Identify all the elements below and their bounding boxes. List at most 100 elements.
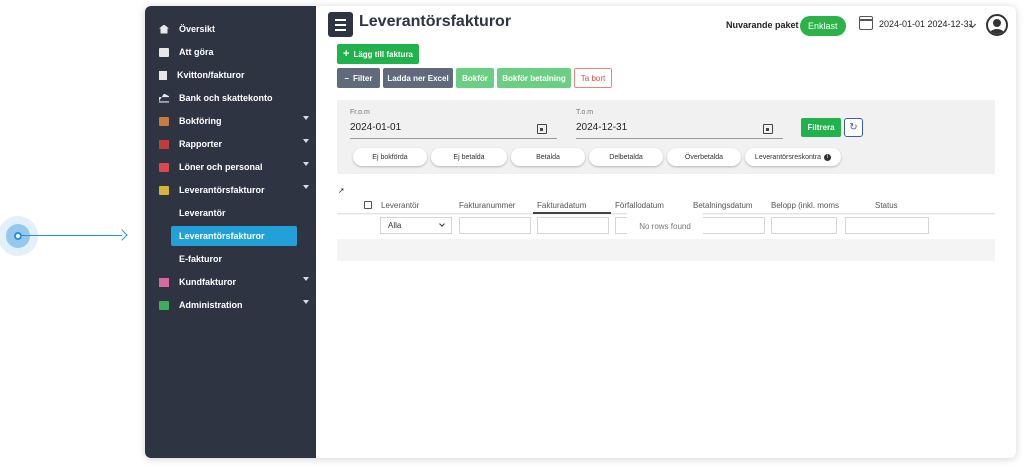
refresh-icon[interactable]: ↻ — [844, 118, 863, 137]
sidebar-item-label: Löner och personal — [179, 162, 263, 172]
chip-label: Leverantörsreskontra — [754, 153, 822, 161]
betalningsdatum-filter-input[interactable] — [693, 217, 765, 234]
chip-betalda[interactable]: Betalda — [511, 148, 585, 166]
package-badge[interactable]: Enklast — [800, 16, 846, 36]
from-date-input[interactable]: 2024-01-01 — [350, 122, 401, 133]
supplier-icon — [159, 185, 169, 195]
select-all-checkbox[interactable] — [364, 201, 372, 209]
fakturadatum-filter-input[interactable] — [537, 217, 609, 234]
column-header-status[interactable]: Status — [875, 201, 949, 210]
calendar-icon[interactable] — [537, 124, 547, 134]
menu-toggle-button[interactable] — [328, 12, 353, 37]
hamburger-icon-bar — [335, 28, 346, 31]
column-header-forfallodatum[interactable]: Förfallodatum — [615, 201, 689, 210]
customer-icon — [159, 277, 169, 287]
user-avatar-icon[interactable] — [986, 14, 1008, 36]
bokfor-betalning-button[interactable]: Bokför betalning — [497, 68, 571, 88]
fakturanummer-filter-input[interactable] — [459, 217, 531, 234]
filter-panel: Fr.o.m 2024-01-01 T.o.m 2024-12-31 Filtr… — [337, 100, 995, 174]
hamburger-icon-bar — [335, 23, 346, 26]
column-header-fakturanummer[interactable]: Fakturanummer — [459, 201, 533, 210]
status-filter-input[interactable] — [845, 217, 929, 234]
bokfor-button[interactable]: Bokför — [456, 68, 494, 88]
filter-button[interactable]: – Filter — [337, 68, 380, 88]
sidebar-item-label: Översikt — [179, 24, 216, 34]
date-range-select[interactable]: 2024-01-01 2024-12-31 — [879, 19, 974, 29]
column-header-belopp[interactable]: Belopp (inkl. moms) — [771, 201, 839, 210]
column-header-leverantor[interactable]: Leverantör — [381, 201, 455, 210]
page-title: Leverantörsfakturor — [359, 13, 512, 30]
calendar-icon[interactable] — [763, 124, 773, 134]
column-header-fakturadatum[interactable]: Fakturadatum — [537, 201, 611, 210]
chevron-down-icon — [303, 185, 309, 189]
home-icon — [159, 24, 169, 34]
app-window: Översikt Att göra Kvitton/fakturor Bank … — [145, 6, 1016, 458]
sidebar-subitem-label: Leverantör — [179, 208, 226, 218]
chip-ej-betalda[interactable]: Ej betalda — [431, 148, 507, 166]
sidebar-item-loner[interactable]: Löner och personal — [159, 157, 309, 177]
chip-ej-bokforda[interactable]: Ej bokförda — [353, 148, 427, 166]
column-header-betalningsdatum[interactable]: Betalningsdatum — [693, 201, 769, 210]
bank-icon — [159, 93, 169, 103]
delete-button[interactable]: Ta bort — [574, 68, 612, 88]
calendar-icon[interactable] — [859, 16, 873, 30]
add-invoice-button[interactable]: + Lägg till faktura — [337, 44, 419, 64]
from-date-underline — [350, 138, 557, 139]
sidebar-item-label: Bokföring — [179, 116, 222, 126]
sidebar-subitem-label: E-fakturor — [179, 254, 223, 264]
sorted-column-indicator — [533, 212, 611, 214]
chevron-down-icon — [303, 162, 309, 166]
sidebar-item-label: Administration — [179, 300, 243, 310]
sidebar-subitem-label: Leverantörsfakturor — [179, 231, 265, 241]
to-date-input[interactable]: 2024-12-31 — [576, 122, 627, 133]
chip-leverantorsreskontra[interactable]: Leverantörsreskontra i — [745, 148, 841, 166]
sidebar-subitem-e-fakturor[interactable]: E-fakturor — [171, 249, 297, 269]
chevron-down-icon — [303, 277, 309, 281]
sidebar-item-leverantorsfakturor[interactable]: Leverantörsfakturor — [159, 180, 309, 200]
from-date-label: Fr.o.m — [350, 109, 370, 116]
sidebar-item-label: Kundfakturor — [179, 277, 236, 287]
sidebar-item-oversikt[interactable]: Översikt — [159, 19, 309, 39]
list-icon — [159, 47, 169, 57]
pointer-arrow-icon — [116, 229, 128, 241]
filter-label: Filter — [352, 73, 373, 83]
sidebar-item-kvitton[interactable]: Kvitton/fakturor — [159, 65, 309, 85]
sidebar-item-bank[interactable]: Bank och skattekonto — [159, 88, 309, 108]
sidebar: Översikt Att göra Kvitton/fakturor Bank … — [145, 6, 316, 458]
info-icon: i — [824, 153, 832, 161]
empty-state-message: No rows found — [627, 213, 703, 239]
to-date-underline — [576, 138, 783, 139]
sidebar-subitem-leverantor[interactable]: Leverantör — [171, 203, 297, 223]
admin-icon — [159, 300, 169, 310]
sidebar-item-kundfakturor[interactable]: Kundfakturor — [159, 272, 309, 292]
sidebar-subitem-leverantorsfakturor[interactable]: Leverantörsfakturor — [171, 226, 297, 246]
belopp-filter-input[interactable] — [771, 217, 837, 234]
click-indicator-dot — [14, 232, 22, 240]
hamburger-icon-bar — [335, 18, 346, 21]
main-content: Leverantörsfakturor Nuvarande paket Enkl… — [316, 6, 1016, 458]
sidebar-item-administration[interactable]: Administration — [159, 295, 309, 315]
sidebar-item-label: Kvitton/fakturor — [177, 70, 245, 80]
sidebar-item-label: Rapporter — [179, 139, 223, 149]
report-icon — [159, 139, 169, 149]
chip-delbetalda[interactable]: Delbetalda — [589, 148, 663, 166]
sidebar-item-rapporter[interactable]: Rapporter — [159, 134, 309, 154]
book-icon — [159, 116, 169, 126]
download-excel-button[interactable]: Ladda ner Excel — [383, 68, 453, 88]
plus-icon: + — [343, 48, 350, 60]
sidebar-item-label: Leverantörsfakturor — [179, 185, 265, 195]
sidebar-item-att-gora[interactable]: Att göra — [159, 42, 309, 62]
grid-header: Leverantör Fakturanummer Fakturadatum Fö… — [337, 197, 995, 214]
supplier-filter-select[interactable]: Alla — [380, 217, 452, 234]
pin-icon[interactable]: ➚ — [338, 186, 345, 195]
sidebar-item-bokforing[interactable]: Bokföring — [159, 111, 309, 131]
chevron-down-icon — [439, 221, 445, 227]
chip-overbetalda[interactable]: Överbetalda — [667, 148, 741, 166]
salary-icon — [159, 162, 169, 172]
package-label: Nuvarande paket — [726, 20, 799, 30]
invoice-grid: Leverantör Fakturanummer Fakturadatum Fö… — [337, 197, 995, 261]
supplier-filter-value: Alla — [388, 221, 402, 230]
screenshot-stage: Översikt Att göra Kvitton/fakturor Bank … — [0, 0, 1024, 469]
filtrera-button[interactable]: Filtrera — [801, 118, 841, 137]
receipt-icon — [159, 70, 167, 80]
